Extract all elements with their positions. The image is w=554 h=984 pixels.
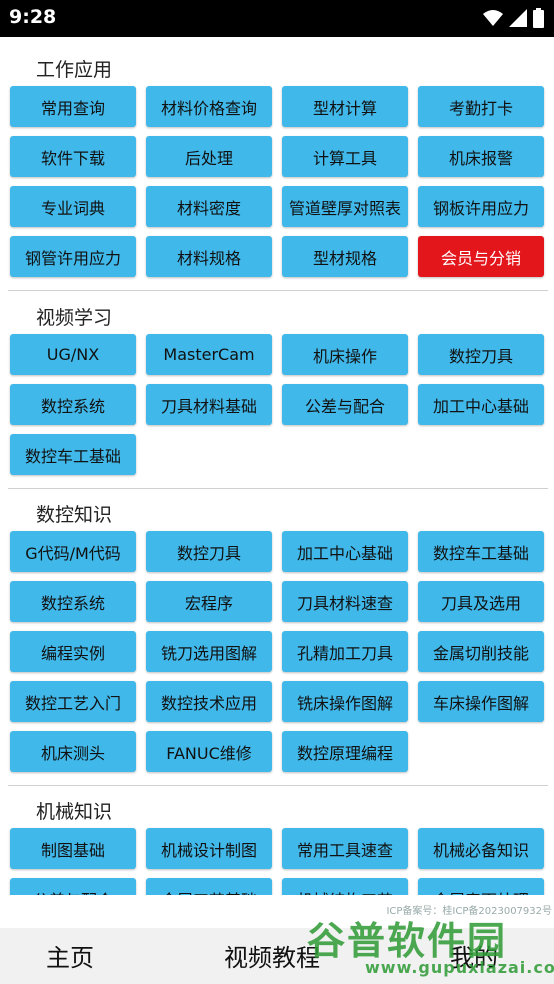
- btn-programming-examples[interactable]: 编程实例: [10, 631, 136, 672]
- btn-material-price[interactable]: 材料价格查询: [146, 86, 272, 127]
- btn-milling-operation[interactable]: 铣床操作图解: [282, 681, 408, 722]
- btn-material-density[interactable]: 材料密度: [146, 186, 272, 227]
- btn-plate-stress[interactable]: 钢板许用应力: [418, 186, 544, 227]
- watermark-url: www.gupuxlazai.com: [365, 958, 554, 977]
- btn-tool-material[interactable]: 刀具材料基础: [146, 384, 272, 425]
- btn-cnc-lathe[interactable]: 数控车工基础: [10, 434, 136, 475]
- btn-mastercam[interactable]: MasterCam: [146, 334, 272, 375]
- btn-lathe-operation[interactable]: 车床操作图解: [418, 681, 544, 722]
- signal-icon: [509, 9, 527, 27]
- status-bar: 9:28: [0, 0, 554, 37]
- btn-pipe-stress[interactable]: 钢管许用应力: [10, 236, 136, 277]
- btn-cnc-tools-2[interactable]: 数控刀具: [146, 531, 272, 572]
- btn-tools-lookup[interactable]: 常用工具速查: [282, 828, 408, 869]
- divider: [8, 488, 548, 489]
- btn-cnc-process[interactable]: 数控工艺入门: [10, 681, 136, 722]
- btn-hole-finishing[interactable]: 孔精加工刀具: [282, 631, 408, 672]
- status-time: 9:28: [9, 6, 57, 28]
- btn-pipe-thickness[interactable]: 管道壁厚对照表: [282, 186, 408, 227]
- btn-profile-calc[interactable]: 型材计算: [282, 86, 408, 127]
- btn-cnc-tech[interactable]: 数控技术应用: [146, 681, 272, 722]
- btn-mech-design[interactable]: 机械设计制图: [146, 828, 272, 869]
- btn-tool-selection[interactable]: 刀具及选用: [418, 581, 544, 622]
- wifi-icon: [483, 10, 503, 26]
- btn-cnc-system-2[interactable]: 数控系统: [10, 581, 136, 622]
- btn-attendance[interactable]: 考勤打卡: [418, 86, 544, 127]
- btn-probe[interactable]: 机床测头: [10, 731, 136, 772]
- btn-machine-operation[interactable]: 机床操作: [282, 334, 408, 375]
- watermark-logo: 谷普软件园: [307, 919, 508, 963]
- btn-machining-center-2[interactable]: 加工中心基础: [282, 531, 408, 572]
- section-title-work: 工作应用: [36, 59, 113, 81]
- btn-machining-center[interactable]: 加工中心基础: [418, 384, 544, 425]
- btn-fanuc[interactable]: FANUC维修: [146, 731, 272, 772]
- btn-cnc-tools[interactable]: 数控刀具: [418, 334, 544, 375]
- btn-calc-tools[interactable]: 计算工具: [282, 136, 408, 177]
- section-title-video: 视频学习: [36, 307, 113, 329]
- btn-tolerance[interactable]: 公差与配合: [282, 384, 408, 425]
- btn-surface-treatment[interactable]: 金属表面处理: [418, 878, 544, 895]
- watermark: ICP备案号：桂ICP备2023007932号 谷普软件园 www.gupuxl…: [305, 896, 554, 984]
- status-icons: [483, 8, 544, 28]
- btn-membership[interactable]: 会员与分销: [418, 236, 544, 277]
- btn-dictionary[interactable]: 专业词典: [10, 186, 136, 227]
- divider: [8, 785, 548, 786]
- btn-common-query[interactable]: 常用查询: [10, 86, 136, 127]
- btn-mech-structure[interactable]: 机械结构工艺: [282, 878, 408, 895]
- btn-gcode[interactable]: G代码/M代码: [10, 531, 136, 572]
- btn-tolerance-2[interactable]: 公差与配合: [10, 878, 136, 895]
- content-scroll[interactable]: 工作应用 常用查询 材料价格查询 型材计算 考勤打卡 软件下载 后处理 计算工具…: [0, 37, 554, 895]
- btn-metal-cutting[interactable]: 金属切削技能: [418, 631, 544, 672]
- btn-drawing-basics[interactable]: 制图基础: [10, 828, 136, 869]
- btn-machine-alarm[interactable]: 机床报警: [418, 136, 544, 177]
- nav-home[interactable]: 主页: [46, 938, 94, 973]
- section-title-mechanical: 机械知识: [36, 801, 113, 823]
- section-title-cnc: 数控知识: [36, 504, 113, 526]
- btn-mech-essentials[interactable]: 机械必备知识: [418, 828, 544, 869]
- btn-metal-process[interactable]: 金属工艺基础: [146, 878, 272, 895]
- btn-macro[interactable]: 宏程序: [146, 581, 272, 622]
- battery-icon: [533, 8, 544, 28]
- btn-cnc-principle[interactable]: 数控原理编程: [282, 731, 408, 772]
- btn-cnc-lathe-2[interactable]: 数控车工基础: [418, 531, 544, 572]
- btn-cnc-system[interactable]: 数控系统: [10, 384, 136, 425]
- divider: [8, 290, 548, 291]
- btn-ugnx[interactable]: UG/NX: [10, 334, 136, 375]
- btn-milling-cutter[interactable]: 铣刀选用图解: [146, 631, 272, 672]
- btn-tool-material-lookup[interactable]: 刀具材料速查: [282, 581, 408, 622]
- btn-material-spec[interactable]: 材料规格: [146, 236, 272, 277]
- btn-software-download[interactable]: 软件下载: [10, 136, 136, 177]
- btn-post-processing[interactable]: 后处理: [146, 136, 272, 177]
- btn-profile-spec[interactable]: 型材规格: [282, 236, 408, 277]
